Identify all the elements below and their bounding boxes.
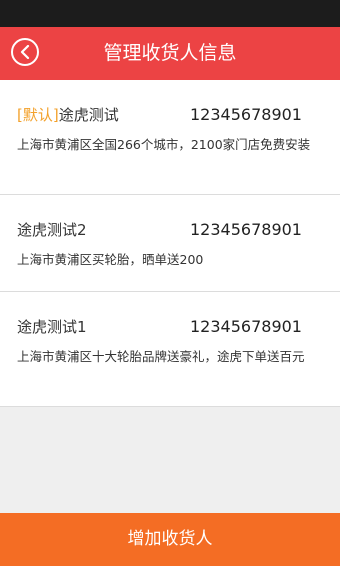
receiver-address: 上海市黄浦区买轮胎，晒单送200 — [17, 252, 204, 267]
default-badge: [默认] — [17, 106, 59, 124]
receiver-name-text: 途虎测试2 — [17, 221, 87, 239]
receiver-phone: 12345678901 — [190, 317, 302, 336]
receiver-name: 途虎测试1 — [17, 316, 87, 337]
title-bar: 管理收货人信息 — [0, 27, 340, 80]
receiver-name: [默认]途虎测试 — [17, 104, 119, 125]
receiver-name-text: 途虎测试 — [58, 106, 119, 124]
add-receiver-button[interactable]: 增加收货人 — [0, 513, 340, 566]
address-list: [默认]途虎测试 12345678901 上海市黄浦区全国266个城市，2100… — [0, 80, 340, 407]
receiver-address: 上海市黄浦区全国266个城市，2100家门店免费安装 — [17, 137, 311, 152]
receiver-name: 途虎测试2 — [17, 219, 87, 240]
receiver-phone: 12345678901 — [190, 220, 302, 239]
receiver-name-text: 途虎测试1 — [17, 318, 87, 336]
receiver-phone: 12345678901 — [190, 105, 302, 124]
address-item[interactable]: [默认]途虎测试 12345678901 上海市黄浦区全国266个城市，2100… — [0, 80, 340, 195]
status-bar — [0, 0, 340, 27]
address-item[interactable]: 途虎测试1 12345678901 上海市黄浦区十大轮胎品牌送豪礼，途虎下单送百… — [0, 292, 340, 407]
page-title: 管理收货人信息 — [103, 42, 237, 64]
receiver-address: 上海市黄浦区十大轮胎品牌送豪礼，途虎下单送百元 — [17, 349, 305, 364]
address-item[interactable]: 途虎测试2 12345678901 上海市黄浦区买轮胎，晒单送200 — [0, 195, 340, 292]
